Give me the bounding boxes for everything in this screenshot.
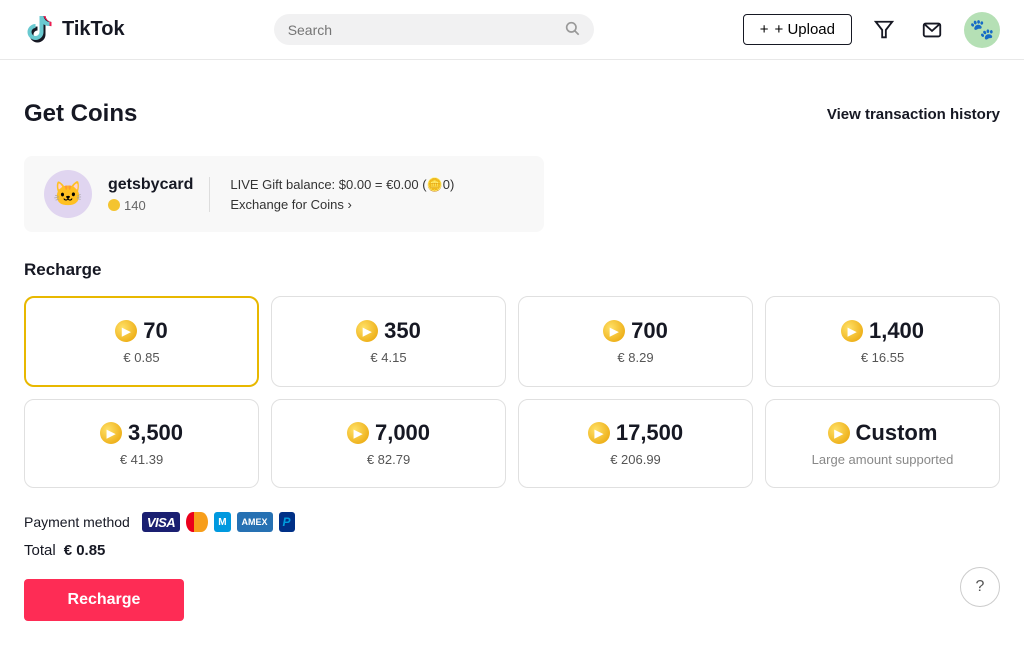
user-card: 🐱 getsbycard 140 LIVE Gift balance: $0.0… <box>24 156 544 232</box>
upload-label: + Upload <box>775 21 835 38</box>
coin-price: € 41.39 <box>120 452 163 467</box>
header-actions: + + Upload 🐾 <box>743 12 1000 48</box>
live-balance: LIVE Gift balance: $0.00 = €0.00 (🪙0) <box>230 177 454 193</box>
coin-amount-value: 1,400 <box>869 318 924 344</box>
coin-price: € 82.79 <box>367 452 410 467</box>
payment-icons: VISA M AMEX P <box>142 512 295 532</box>
coin-tiktok-icon: ▶ <box>347 422 369 444</box>
inbox-icon[interactable] <box>916 14 948 46</box>
coin-price: € 206.99 <box>610 452 661 467</box>
coin-amount: ▶ 7,000 <box>347 420 430 446</box>
coin-amount-value: 350 <box>384 318 421 344</box>
payment-method-row: Payment method VISA M AMEX P <box>24 512 1000 532</box>
visa-icon: VISA <box>142 512 180 532</box>
user-balance-info: LIVE Gift balance: $0.00 = €0.00 (🪙0) Ex… <box>209 177 454 212</box>
coin-amount: ▶ 70 <box>115 318 167 344</box>
recharge-section-title: Recharge <box>24 260 1000 280</box>
main-content: Get Coins View transaction history 🐱 get… <box>0 60 1024 661</box>
exchange-link[interactable]: Exchange for Coins › <box>230 197 454 212</box>
page-header: Get Coins View transaction history <box>24 100 1000 128</box>
tiktok-logo-icon <box>24 14 56 46</box>
payment-label: Payment method <box>24 514 130 530</box>
header: TikTok + + Upload 🐾 <box>0 0 1024 60</box>
avatar[interactable]: 🐾 <box>964 12 1000 48</box>
coin-amount: ▶ 3,500 <box>100 420 183 446</box>
coin-tiktok-icon: ▶ <box>588 422 610 444</box>
coin-tiktok-icon: ▶ <box>100 422 122 444</box>
coin-tiktok-icon: ▶ <box>115 320 137 342</box>
coin-amount: ▶ 1,400 <box>841 318 924 344</box>
paypal-icon: P <box>279 512 295 532</box>
help-button[interactable]: ? <box>960 567 1000 607</box>
user-avatar: 🐱 <box>44 170 92 218</box>
coin-tiktok-icon: ▶ <box>828 422 850 444</box>
coin-count: 140 <box>108 198 193 213</box>
amex-icon: AMEX <box>237 512 273 532</box>
coin-amount-value: Custom <box>856 420 938 446</box>
coin-price: € 8.29 <box>617 350 653 365</box>
coin-amount: ▶ 700 <box>603 318 668 344</box>
coin-card-350[interactable]: ▶ 350 € 4.15 <box>271 296 506 387</box>
maestro-icon: M <box>214 512 230 532</box>
coin-tiktok-icon: ▶ <box>841 320 863 342</box>
coin-card-70[interactable]: ▶ 70 € 0.85 <box>24 296 259 387</box>
upload-plus-icon: + <box>760 21 769 38</box>
coin-card-3500[interactable]: ▶ 3,500 € 41.39 <box>24 399 259 488</box>
coin-amount: ▶ 350 <box>356 318 421 344</box>
coin-custom-label: Large amount supported <box>812 452 954 467</box>
coin-amount: ▶ Custom <box>828 420 938 446</box>
total-label: Total <box>24 542 56 559</box>
search-input[interactable] <box>288 22 556 38</box>
search-bar <box>274 14 594 45</box>
coin-amount-value: 7,000 <box>375 420 430 446</box>
recharge-button[interactable]: Recharge <box>24 579 184 621</box>
logo-text: TikTok <box>62 18 125 41</box>
logo: TikTok <box>24 14 125 46</box>
filter-icon[interactable] <box>868 14 900 46</box>
coin-card-700[interactable]: ▶ 700 € 8.29 <box>518 296 753 387</box>
page-title: Get Coins <box>24 100 137 128</box>
coin-card-custom[interactable]: ▶ Custom Large amount supported <box>765 399 1000 488</box>
mastercard-icon <box>186 512 208 532</box>
coin-count-value: 140 <box>124 198 146 213</box>
coin-card-17500[interactable]: ▶ 17,500 € 206.99 <box>518 399 753 488</box>
coin-card-1400[interactable]: ▶ 1,400 € 16.55 <box>765 296 1000 387</box>
view-history-link[interactable]: View transaction history <box>827 106 1000 123</box>
coin-card-7000[interactable]: ▶ 7,000 € 82.79 <box>271 399 506 488</box>
coin-dot-icon <box>108 199 120 211</box>
coin-tiktok-icon: ▶ <box>356 320 378 342</box>
total-amount: € 0.85 <box>64 542 106 559</box>
username: getsbycard <box>108 176 193 194</box>
coin-price: € 16.55 <box>861 350 904 365</box>
coin-tiktok-icon: ▶ <box>603 320 625 342</box>
upload-button[interactable]: + + Upload <box>743 14 852 45</box>
coin-price: € 4.15 <box>370 350 406 365</box>
search-icon <box>564 20 580 39</box>
coin-grid: ▶ 70 € 0.85 ▶ 350 € 4.15 ▶ 700 € 8.29 ▶ <box>24 296 1000 488</box>
coin-amount: ▶ 17,500 <box>588 420 683 446</box>
coin-amount-value: 70 <box>143 318 167 344</box>
coin-amount-value: 17,500 <box>616 420 683 446</box>
coin-amount-value: 3,500 <box>128 420 183 446</box>
user-info: getsbycard 140 <box>108 176 193 213</box>
coin-price: € 0.85 <box>123 350 159 365</box>
coin-amount-value: 700 <box>631 318 668 344</box>
total-row: Total € 0.85 <box>24 542 1000 559</box>
